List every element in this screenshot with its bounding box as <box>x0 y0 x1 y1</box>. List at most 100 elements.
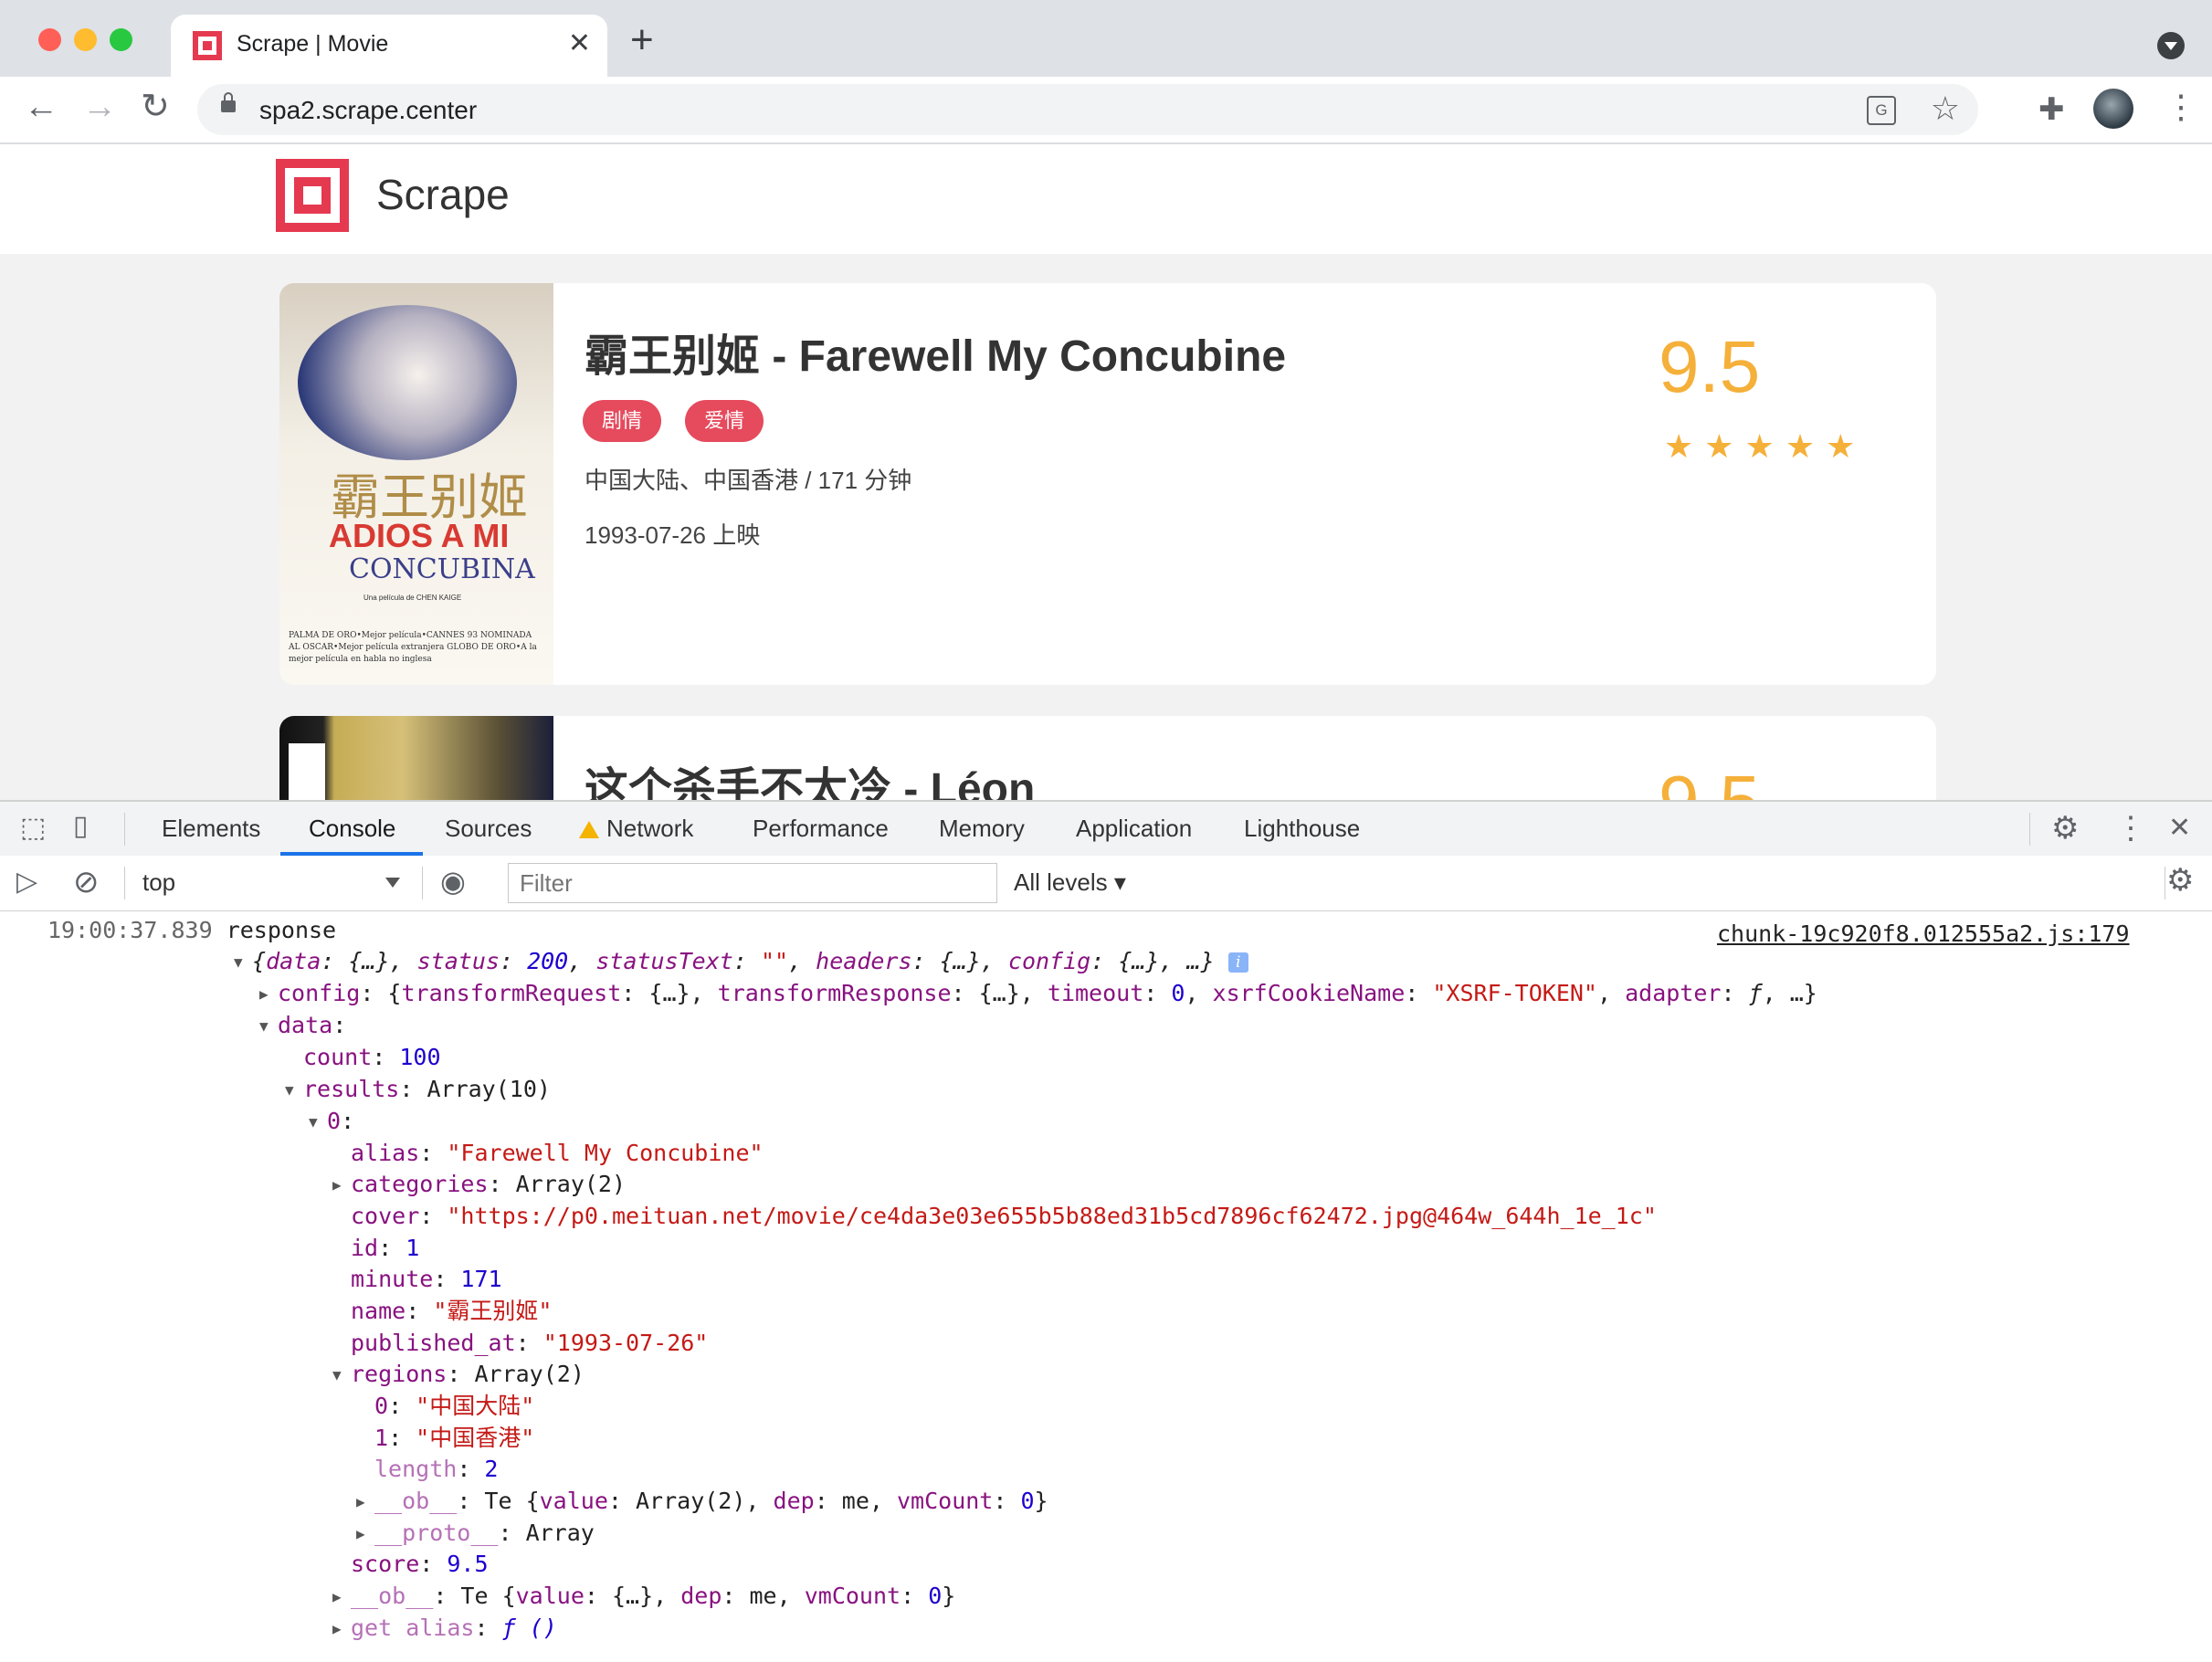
poster-title-es-1: ADIOS A MI <box>329 517 510 554</box>
settings-gear-icon[interactable]: ⚙ <box>2051 813 2079 844</box>
forward-arrow-icon[interactable]: → <box>82 89 117 124</box>
expand-triangle-icon[interactable]: ▼ <box>285 1075 303 1106</box>
tab-search-button[interactable] <box>2157 32 2185 59</box>
site-brand[interactable]: Scrape <box>376 170 510 219</box>
movie-release-date: 1993-07-26 上映 <box>585 521 761 549</box>
scrape-logo-icon[interactable] <box>276 159 349 232</box>
bookmark-star-icon[interactable]: ☆ <box>1931 89 1960 128</box>
tab-console[interactable]: Console <box>309 815 395 843</box>
filter-input[interactable] <box>509 864 1018 902</box>
new-tab-button[interactable]: + <box>630 20 654 60</box>
status-value: 200 <box>527 948 569 974</box>
tab-performance[interactable]: Performance <box>753 815 889 843</box>
category-tag[interactable]: 剧情 <box>583 400 662 442</box>
category-tag[interactable]: 爱情 <box>685 400 764 442</box>
site-header: Scrape <box>0 144 2212 254</box>
sidebar-toggle-icon[interactable]: ▷ <box>16 868 37 896</box>
expand-triangle-icon[interactable]: ▼ <box>259 1011 278 1042</box>
name-value: "霸王别姬" <box>433 1298 553 1324</box>
lock-icon[interactable] <box>221 92 236 112</box>
clear-console-icon[interactable]: ⊘ <box>73 867 100 898</box>
tab-elements[interactable]: Elements <box>162 815 260 843</box>
collapse-triangle-icon[interactable]: ▶ <box>356 1487 374 1518</box>
console-message: 19:00:37.839 response <box>47 915 336 946</box>
tab-lighthouse[interactable]: Lighthouse <box>1244 815 1360 843</box>
movie-title[interactable]: 这个杀手不太冷 - Léon <box>585 752 1035 800</box>
movie-poster[interactable] <box>279 716 553 800</box>
expand-triangle-icon[interactable]: ▼ <box>332 1360 351 1391</box>
data-row[interactable]: ▼ data: <box>259 1010 346 1042</box>
live-expression-eye-icon[interactable]: ◉ <box>440 867 466 896</box>
address-bar[interactable]: spa2.scrape.center G ☆ <box>197 84 1978 135</box>
cover-row: cover: "https://p0.meituan.net/movie/ce4… <box>351 1203 1657 1229</box>
tab-sources[interactable]: Sources <box>445 815 532 843</box>
maximize-window-button[interactable] <box>110 28 132 51</box>
extensions-puzzle-icon[interactable]: ✚ <box>2038 91 2065 128</box>
tab-close-icon[interactable]: ✕ <box>568 27 591 59</box>
cover-value[interactable]: "https://p0.meituan.net/movie/ce4da3e03e… <box>447 1203 1657 1229</box>
devtools-menu-icon[interactable]: ⋮ <box>2115 813 2146 844</box>
divider <box>2029 813 2030 846</box>
movie-card: 这个杀手不太冷 - Léon 9.5 <box>279 716 1936 800</box>
length-row: length: 2 <box>374 1456 499 1482</box>
proto-value: Array <box>525 1520 595 1546</box>
minute-row: minute: 171 <box>351 1266 502 1292</box>
results-row[interactable]: ▼ results: Array(10) <box>285 1074 551 1106</box>
proto-row[interactable]: ▶ __proto__: Array <box>356 1518 595 1550</box>
minimize-window-button[interactable] <box>74 28 97 51</box>
length-value: 2 <box>484 1456 499 1482</box>
movie-title[interactable]: 霸王别姬 - Farewell My Concubine <box>585 320 1286 384</box>
tab-network[interactable]: Network <box>579 815 693 843</box>
chevron-down-icon[interactable] <box>385 878 400 888</box>
results-type: Array(10) <box>427 1076 551 1102</box>
browser-tab[interactable]: Scrape | Movie ✕ <box>171 15 607 77</box>
divider <box>124 867 125 899</box>
tab-memory[interactable]: Memory <box>939 815 1025 843</box>
vmcount-value: 0 <box>1020 1488 1035 1514</box>
result-0-row[interactable]: ▼ 0: <box>309 1106 354 1138</box>
page-viewport: Scrape 霸王别姬 ADIOS A MI CONCUBINA Una pel… <box>0 144 2212 800</box>
xsrf-value: "XSRF-TOKEN" <box>1432 980 1597 1006</box>
ob-row-2[interactable]: ▶ __ob__: Te {value: {…}, dep: me, vmCoun… <box>332 1581 955 1613</box>
response-object-row[interactable]: ▼ {data: {…}, status: 200, statusText: ""… <box>234 946 1248 978</box>
close-window-button[interactable] <box>38 28 61 51</box>
source-link[interactable]: chunk-19c920f8.012555a2.js:179 <box>1717 919 2130 950</box>
profile-avatar[interactable] <box>2093 89 2133 129</box>
getter-row[interactable]: ▶ get alias: ƒ () <box>332 1613 557 1645</box>
expand-triangle-icon[interactable]: ▼ <box>234 947 252 978</box>
ob-row[interactable]: ▶ __ob__: Te {value: Array(2), dep: me, v… <box>356 1486 1048 1518</box>
console-settings-gear-icon[interactable]: ⚙ <box>2166 865 2194 896</box>
regions-type: Array(2) <box>474 1361 585 1387</box>
collapse-triangle-icon[interactable]: ▶ <box>332 1582 351 1613</box>
info-icon[interactable]: i <box>1227 952 1248 973</box>
vmcount-value: 0 <box>928 1583 943 1609</box>
name-row: name: "霸王别姬" <box>351 1298 553 1324</box>
console-filter[interactable] <box>508 863 1018 903</box>
regions-row[interactable]: ▼ regions: Array(2) <box>332 1359 585 1391</box>
inspect-element-icon[interactable]: ⬚ <box>20 815 46 842</box>
collapse-triangle-icon[interactable]: ▶ <box>332 1170 351 1201</box>
config-row[interactable]: ▶ config: {transformRequest: {…}, transfo… <box>259 978 1817 1010</box>
collapse-triangle-icon[interactable]: ▶ <box>332 1614 351 1645</box>
movie-poster[interactable]: 霸王别姬 ADIOS A MI CONCUBINA Una película d… <box>279 283 553 685</box>
back-arrow-icon[interactable]: ← <box>24 89 58 124</box>
reload-icon[interactable]: ↻ <box>141 89 170 124</box>
status-text-value: "" <box>760 948 789 974</box>
translate-icon[interactable]: G <box>1867 96 1896 125</box>
star-rating-icon: ★★★★★ <box>1664 427 1867 465</box>
tab-application[interactable]: Application <box>1076 815 1192 843</box>
log-timestamp: 19:00:37.839 <box>47 917 213 943</box>
categories-row[interactable]: ▶ categories: Array(2) <box>332 1169 626 1201</box>
collapse-triangle-icon[interactable]: ▶ <box>259 979 278 1010</box>
ob-value: Array(2) <box>636 1488 746 1514</box>
context-selector[interactable]: top <box>142 868 175 897</box>
device-toolbar-icon[interactable]: ▯ <box>73 813 89 840</box>
address-url[interactable]: spa2.scrape.center <box>259 96 477 125</box>
browser-menu-icon[interactable]: ⋮ <box>2165 88 2197 126</box>
close-devtools-icon[interactable]: ✕ <box>2168 815 2191 842</box>
log-levels-dropdown[interactable]: All levels ▾ <box>1014 868 1126 897</box>
timeout-value: 0 <box>1171 980 1185 1006</box>
collapse-triangle-icon[interactable]: ▶ <box>356 1519 374 1550</box>
count-value: 100 <box>399 1044 441 1070</box>
expand-triangle-icon[interactable]: ▼ <box>309 1107 327 1138</box>
